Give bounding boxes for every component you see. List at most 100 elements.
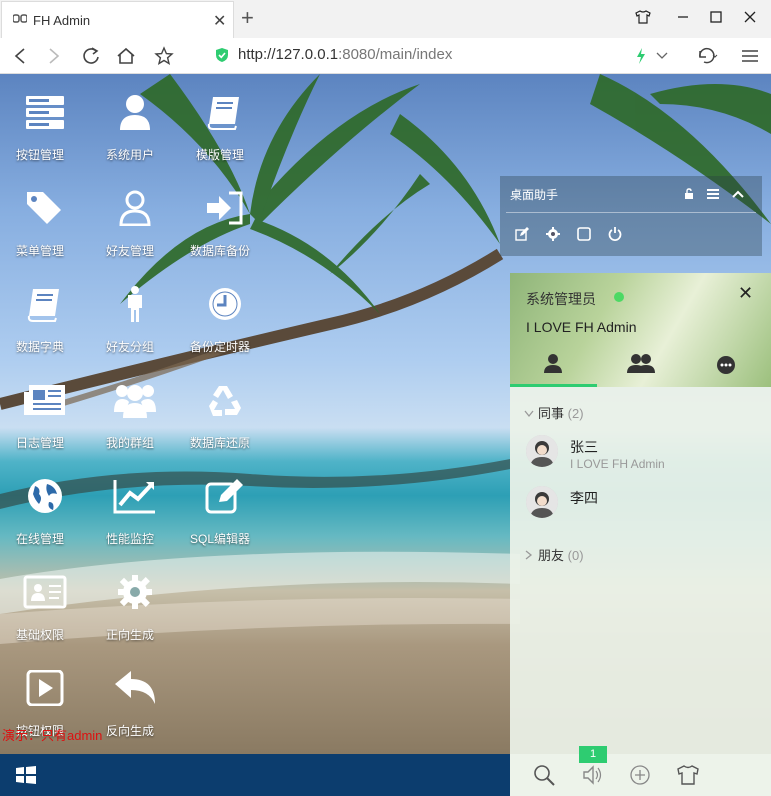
comment-icon	[717, 356, 735, 374]
desktop-icon-reverse-generate[interactable]: 反向生成	[90, 670, 180, 754]
desktop-icon-label: SQL编辑器	[189, 532, 250, 546]
desktop-icon-database-backup[interactable]: 数据库备份	[180, 190, 270, 280]
desktop-icon-label: 好友分组	[105, 340, 154, 354]
group-name: 同事	[538, 406, 565, 421]
desktop-icon-friend-management[interactable]: 好友管理	[90, 190, 180, 280]
desktop-icon-label: 日志管理	[15, 436, 64, 450]
favicon-icon	[13, 14, 27, 23]
search-icon[interactable]	[532, 763, 556, 787]
tab-title: FH Admin	[33, 13, 91, 28]
desktop-icon-label: 备份定时器	[189, 340, 250, 354]
edit-icon[interactable]	[513, 225, 531, 243]
forward-button[interactable]	[40, 42, 68, 70]
volume-icon[interactable]	[581, 763, 605, 787]
windows-icon	[16, 766, 36, 784]
desktop-icon-label: 数据库备份	[189, 244, 250, 258]
list-icon[interactable]	[704, 185, 722, 203]
tab-recent-chats[interactable]	[716, 355, 736, 380]
tab-close-icon[interactable]: ✕	[213, 11, 226, 31]
chat-panel: 系统管理员 I LOVE FH Admin ✕ 同事 (2) 张三 I LOVE…	[510, 273, 771, 796]
avatar	[526, 435, 558, 467]
member-signature: I LOVE FH Admin	[570, 457, 665, 471]
tab-groups[interactable]	[626, 353, 656, 378]
clock-icon	[209, 288, 241, 320]
url-text[interactable]: http://127.0.0.1:8080/main/index	[238, 46, 452, 63]
desktop-icon-sql-editor[interactable]: SQL编辑器	[180, 478, 270, 568]
start-button[interactable]	[16, 766, 36, 789]
group-name: 朋友	[538, 548, 565, 563]
desktop-icon-database-restore[interactable]: 数据库还原	[180, 382, 270, 472]
undo-button[interactable]	[693, 42, 721, 70]
desktop-icon-backup-timer[interactable]: 备份定时器	[180, 286, 270, 376]
line-chart-icon	[113, 480, 155, 514]
home-button[interactable]	[112, 42, 140, 70]
newspaper-icon	[24, 385, 65, 415]
group-friends[interactable]: 朋友 (0)	[524, 545, 584, 564]
chat-toolbar: 1	[510, 746, 771, 796]
url-host: http://127.0.0.1	[238, 46, 339, 63]
chevron-up-icon[interactable]	[729, 185, 747, 203]
unlock-icon[interactable]	[680, 185, 698, 203]
new-tab-button[interactable]: +	[241, 7, 254, 29]
desktop-icon-button-management[interactable]: 按钮管理	[0, 94, 90, 184]
desktop-icon-label: 按钮管理	[15, 148, 64, 162]
male-icon	[128, 286, 142, 322]
desktop-icon-label: 性能监控	[105, 532, 154, 546]
desktop-icon-label: 基础权限	[15, 628, 64, 642]
desktop-icon-system-users[interactable]: 系统用户	[90, 94, 180, 184]
close-window-button[interactable]	[730, 0, 770, 34]
desktop-icon-label: 菜单管理	[15, 244, 64, 258]
chat-close-icon[interactable]: ✕	[738, 283, 753, 304]
desktop-icon-label: 在线管理	[15, 532, 64, 546]
edit-icon	[205, 479, 243, 514]
chevron-right-icon	[525, 550, 533, 560]
group-coworkers[interactable]: 同事 (2)	[524, 403, 584, 422]
address-bar: http://127.0.0.1:8080/main/index	[0, 38, 771, 74]
list-item[interactable]: 张三 I LOVE FH Admin	[526, 435, 756, 475]
desktop-icon-my-groups[interactable]: 我的群组	[90, 382, 180, 472]
desktop-icon-data-dictionary[interactable]: 数据字典	[0, 286, 90, 376]
browser-tab-bar: FH Admin ✕ +	[0, 0, 771, 38]
menu-icon[interactable]	[736, 42, 764, 70]
power-icon[interactable]	[606, 225, 624, 243]
browser-tab[interactable]: FH Admin ✕	[1, 1, 234, 38]
url-path: :8080/main/index	[338, 46, 453, 63]
desktop-icon-template-management[interactable]: 模版管理	[180, 94, 270, 184]
desktop-icon-label: 数据库还原	[189, 436, 250, 450]
desktop-icon-basic-permissions[interactable]: 基础权限	[0, 574, 90, 664]
list-item[interactable]: 李四	[526, 486, 756, 526]
desktop-icon-log-management[interactable]: 日志管理	[0, 382, 90, 472]
bookmark-star-button[interactable]	[150, 42, 178, 70]
group-count: (0)	[567, 548, 584, 563]
chat-user-name: 系统管理员	[526, 291, 596, 307]
desktop-icon-forward-generate[interactable]: 正向生成	[90, 574, 180, 664]
desktop-icon-friend-groups[interactable]: 好友分组	[90, 286, 180, 376]
refresh-button[interactable]	[77, 42, 105, 70]
desktop-icon-menu-management[interactable]: 菜单管理	[0, 190, 90, 280]
add-icon[interactable]	[628, 763, 652, 787]
active-tab-indicator	[510, 384, 597, 387]
skin-icon[interactable]	[676, 763, 700, 787]
tab-friends[interactable]	[542, 353, 564, 378]
id-card-icon	[23, 575, 67, 609]
desktop-icon-performance-monitor[interactable]: 性能监控	[90, 478, 180, 568]
settings-gear-icon[interactable]	[544, 225, 562, 243]
tags-icon	[27, 192, 61, 224]
member-name: 李四	[570, 490, 598, 506]
back-button[interactable]	[6, 42, 34, 70]
chat-panel-header: 系统管理员 I LOVE FH Admin ✕	[510, 273, 771, 387]
user-icon	[120, 95, 150, 130]
desktop-icon-label: 模版管理	[195, 148, 244, 162]
member-name: 张三	[570, 439, 598, 455]
book-icon	[27, 289, 59, 322]
skin-icon[interactable]	[623, 0, 663, 34]
chevron-down-icon	[524, 410, 534, 418]
desktop-icon-online-management[interactable]: 在线管理	[0, 478, 90, 568]
square-icon[interactable]	[575, 225, 593, 243]
globe-icon	[28, 479, 62, 513]
user-outline-icon	[119, 190, 151, 226]
security-shield-icon	[216, 48, 228, 62]
demo-watermark: 演示：只有admin	[2, 728, 103, 743]
sign-in-icon	[207, 191, 243, 225]
lightning-dropdown-icon[interactable]	[648, 42, 676, 70]
